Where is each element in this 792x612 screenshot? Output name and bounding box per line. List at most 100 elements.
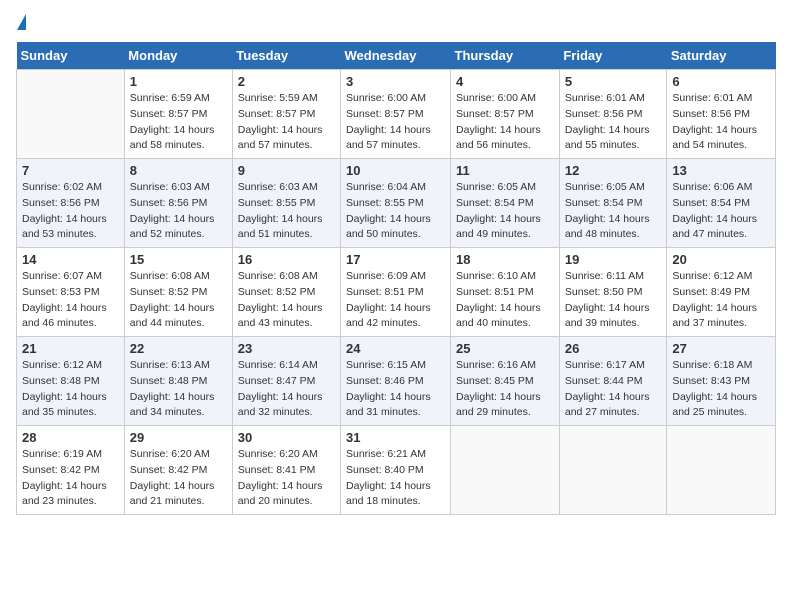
daylight-label: Daylight: 14 hours and 18 minutes.	[346, 480, 431, 508]
day-detail: Sunrise: 6:21 AM Sunset: 8:40 PM Dayligh…	[346, 447, 445, 510]
sunset-label: Sunset: 8:49 PM	[672, 286, 750, 298]
daylight-label: Daylight: 14 hours and 50 minutes.	[346, 213, 431, 241]
calendar-cell: 9 Sunrise: 6:03 AM Sunset: 8:55 PM Dayli…	[232, 159, 340, 248]
daylight-label: Daylight: 14 hours and 42 minutes.	[346, 302, 431, 330]
daylight-label: Daylight: 14 hours and 44 minutes.	[130, 302, 215, 330]
sunrise-label: Sunrise: 6:05 AM	[565, 181, 645, 193]
day-detail: Sunrise: 6:16 AM Sunset: 8:45 PM Dayligh…	[456, 358, 554, 421]
day-number: 3	[346, 74, 445, 89]
daylight-label: Daylight: 14 hours and 25 minutes.	[672, 391, 757, 419]
calendar-header-row: SundayMondayTuesdayWednesdayThursdayFrid…	[17, 42, 776, 70]
calendar-cell: 13 Sunrise: 6:06 AM Sunset: 8:54 PM Dayl…	[667, 159, 776, 248]
daylight-label: Daylight: 14 hours and 56 minutes.	[456, 124, 541, 152]
calendar-cell: 29 Sunrise: 6:20 AM Sunset: 8:42 PM Dayl…	[124, 426, 232, 515]
day-number: 29	[130, 430, 227, 445]
logo	[16, 16, 26, 32]
calendar-week-row: 28 Sunrise: 6:19 AM Sunset: 8:42 PM Dayl…	[17, 426, 776, 515]
daylight-label: Daylight: 14 hours and 20 minutes.	[238, 480, 323, 508]
sunrise-label: Sunrise: 6:20 AM	[130, 448, 210, 460]
sunset-label: Sunset: 8:48 PM	[22, 375, 100, 387]
sunset-label: Sunset: 8:56 PM	[565, 108, 643, 120]
calendar-cell: 4 Sunrise: 6:00 AM Sunset: 8:57 PM Dayli…	[451, 70, 560, 159]
day-number: 21	[22, 341, 119, 356]
day-detail: Sunrise: 6:20 AM Sunset: 8:42 PM Dayligh…	[130, 447, 227, 510]
calendar-cell: 22 Sunrise: 6:13 AM Sunset: 8:48 PM Dayl…	[124, 337, 232, 426]
page-header	[16, 16, 776, 32]
sunrise-label: Sunrise: 6:04 AM	[346, 181, 426, 193]
day-detail: Sunrise: 6:19 AM Sunset: 8:42 PM Dayligh…	[22, 447, 119, 510]
daylight-label: Daylight: 14 hours and 48 minutes.	[565, 213, 650, 241]
day-number: 20	[672, 252, 770, 267]
calendar-cell	[667, 426, 776, 515]
calendar-cell: 31 Sunrise: 6:21 AM Sunset: 8:40 PM Dayl…	[341, 426, 451, 515]
calendar-cell: 28 Sunrise: 6:19 AM Sunset: 8:42 PM Dayl…	[17, 426, 125, 515]
sunset-label: Sunset: 8:42 PM	[130, 464, 208, 476]
calendar-cell: 6 Sunrise: 6:01 AM Sunset: 8:56 PM Dayli…	[667, 70, 776, 159]
day-number: 27	[672, 341, 770, 356]
daylight-label: Daylight: 14 hours and 58 minutes.	[130, 124, 215, 152]
day-number: 18	[456, 252, 554, 267]
calendar-cell: 7 Sunrise: 6:02 AM Sunset: 8:56 PM Dayli…	[17, 159, 125, 248]
day-number: 4	[456, 74, 554, 89]
calendar-cell: 24 Sunrise: 6:15 AM Sunset: 8:46 PM Dayl…	[341, 337, 451, 426]
sunset-label: Sunset: 8:56 PM	[130, 197, 208, 209]
calendar-cell: 25 Sunrise: 6:16 AM Sunset: 8:45 PM Dayl…	[451, 337, 560, 426]
calendar-cell: 15 Sunrise: 6:08 AM Sunset: 8:52 PM Dayl…	[124, 248, 232, 337]
daylight-label: Daylight: 14 hours and 31 minutes.	[346, 391, 431, 419]
day-detail: Sunrise: 6:00 AM Sunset: 8:57 PM Dayligh…	[346, 91, 445, 154]
weekday-header-friday: Friday	[559, 42, 667, 70]
day-number: 19	[565, 252, 662, 267]
calendar-cell: 26 Sunrise: 6:17 AM Sunset: 8:44 PM Dayl…	[559, 337, 667, 426]
daylight-label: Daylight: 14 hours and 43 minutes.	[238, 302, 323, 330]
calendar-cell: 10 Sunrise: 6:04 AM Sunset: 8:55 PM Dayl…	[341, 159, 451, 248]
weekday-header-thursday: Thursday	[451, 42, 560, 70]
sunset-label: Sunset: 8:56 PM	[672, 108, 750, 120]
daylight-label: Daylight: 14 hours and 35 minutes.	[22, 391, 107, 419]
daylight-label: Daylight: 14 hours and 32 minutes.	[238, 391, 323, 419]
day-detail: Sunrise: 6:03 AM Sunset: 8:56 PM Dayligh…	[130, 180, 227, 243]
day-detail: Sunrise: 6:13 AM Sunset: 8:48 PM Dayligh…	[130, 358, 227, 421]
sunrise-label: Sunrise: 6:12 AM	[22, 359, 102, 371]
sunrise-label: Sunrise: 6:12 AM	[672, 270, 752, 282]
sunrise-label: Sunrise: 6:13 AM	[130, 359, 210, 371]
day-detail: Sunrise: 6:11 AM Sunset: 8:50 PM Dayligh…	[565, 269, 662, 332]
day-number: 1	[130, 74, 227, 89]
sunrise-label: Sunrise: 6:20 AM	[238, 448, 318, 460]
weekday-header-sunday: Sunday	[17, 42, 125, 70]
daylight-label: Daylight: 14 hours and 39 minutes.	[565, 302, 650, 330]
sunset-label: Sunset: 8:54 PM	[456, 197, 534, 209]
sunrise-label: Sunrise: 6:18 AM	[672, 359, 752, 371]
day-detail: Sunrise: 6:05 AM Sunset: 8:54 PM Dayligh…	[456, 180, 554, 243]
day-number: 9	[238, 163, 335, 178]
sunrise-label: Sunrise: 6:14 AM	[238, 359, 318, 371]
sunset-label: Sunset: 8:56 PM	[22, 197, 100, 209]
sunrise-label: Sunrise: 6:17 AM	[565, 359, 645, 371]
sunrise-label: Sunrise: 5:59 AM	[238, 92, 318, 104]
day-detail: Sunrise: 6:04 AM Sunset: 8:55 PM Dayligh…	[346, 180, 445, 243]
sunrise-label: Sunrise: 6:03 AM	[238, 181, 318, 193]
day-detail: Sunrise: 6:14 AM Sunset: 8:47 PM Dayligh…	[238, 358, 335, 421]
day-number: 26	[565, 341, 662, 356]
weekday-header-saturday: Saturday	[667, 42, 776, 70]
sunset-label: Sunset: 8:52 PM	[130, 286, 208, 298]
calendar-cell: 11 Sunrise: 6:05 AM Sunset: 8:54 PM Dayl…	[451, 159, 560, 248]
day-number: 25	[456, 341, 554, 356]
sunset-label: Sunset: 8:45 PM	[456, 375, 534, 387]
daylight-label: Daylight: 14 hours and 57 minutes.	[346, 124, 431, 152]
calendar-week-row: 14 Sunrise: 6:07 AM Sunset: 8:53 PM Dayl…	[17, 248, 776, 337]
sunrise-label: Sunrise: 6:02 AM	[22, 181, 102, 193]
sunset-label: Sunset: 8:48 PM	[130, 375, 208, 387]
day-detail: Sunrise: 6:03 AM Sunset: 8:55 PM Dayligh…	[238, 180, 335, 243]
sunset-label: Sunset: 8:57 PM	[346, 108, 424, 120]
sunset-label: Sunset: 8:52 PM	[238, 286, 316, 298]
day-detail: Sunrise: 6:09 AM Sunset: 8:51 PM Dayligh…	[346, 269, 445, 332]
calendar-cell: 5 Sunrise: 6:01 AM Sunset: 8:56 PM Dayli…	[559, 70, 667, 159]
sunrise-label: Sunrise: 6:15 AM	[346, 359, 426, 371]
calendar-cell: 3 Sunrise: 6:00 AM Sunset: 8:57 PM Dayli…	[341, 70, 451, 159]
sunset-label: Sunset: 8:57 PM	[456, 108, 534, 120]
calendar-cell: 19 Sunrise: 6:11 AM Sunset: 8:50 PM Dayl…	[559, 248, 667, 337]
calendar-cell: 23 Sunrise: 6:14 AM Sunset: 8:47 PM Dayl…	[232, 337, 340, 426]
sunrise-label: Sunrise: 6:16 AM	[456, 359, 536, 371]
day-detail: Sunrise: 6:01 AM Sunset: 8:56 PM Dayligh…	[565, 91, 662, 154]
daylight-label: Daylight: 14 hours and 34 minutes.	[130, 391, 215, 419]
